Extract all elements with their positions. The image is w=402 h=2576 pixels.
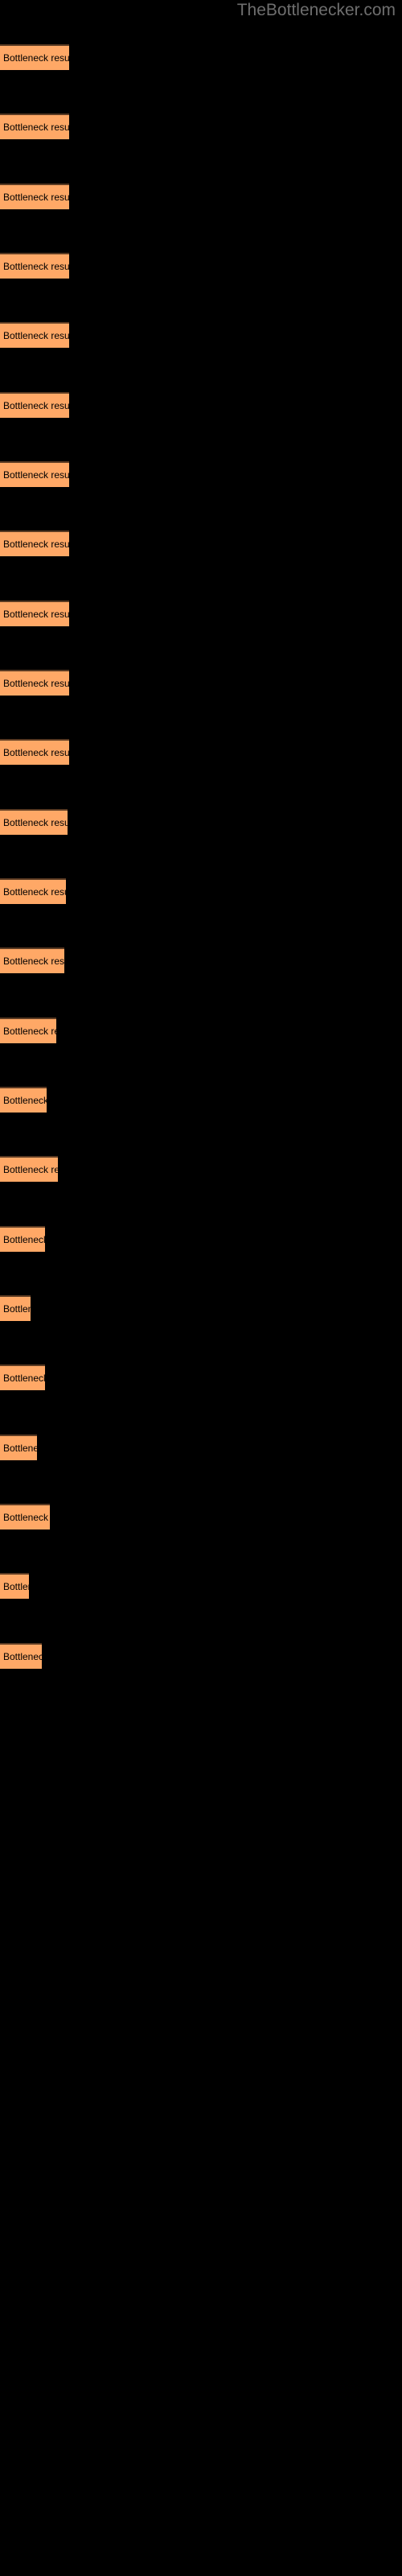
bar-label: Bottleneck result xyxy=(3,1581,29,1592)
bar[interactable]: Bottleneck result xyxy=(0,670,69,696)
bar-chart: TheBottlenecker.com Bottleneck result Bot… xyxy=(0,0,402,2576)
bar[interactable]: Bottleneck result xyxy=(0,530,69,556)
bar-label: Bottleneck result xyxy=(3,956,64,967)
site-watermark: TheBottlenecker.com xyxy=(236,1,396,19)
bar[interactable]: Bottleneck result xyxy=(0,1504,50,1530)
bar-label: Bottleneck result xyxy=(3,330,69,341)
bar[interactable]: Bottleneck result xyxy=(0,878,66,904)
bar[interactable]: Bottleneck result xyxy=(0,44,69,70)
bar-label: Bottleneck result xyxy=(3,400,69,411)
bar[interactable]: Bottleneck result xyxy=(0,114,69,139)
bar[interactable]: Bottleneck result xyxy=(0,1226,45,1252)
bar[interactable]: Bottleneck result xyxy=(0,322,69,348)
bar[interactable]: Bottleneck result xyxy=(0,601,69,626)
bar-label: Bottleneck result xyxy=(3,1095,47,1106)
bar-label: Bottleneck result xyxy=(3,1373,45,1384)
bar-label: Bottleneck result xyxy=(3,1512,50,1523)
bar[interactable]: Bottleneck result xyxy=(0,1295,31,1321)
bar-label: Bottleneck result xyxy=(3,1651,42,1662)
bar[interactable]: Bottleneck result xyxy=(0,1435,37,1460)
bar-label: Bottleneck result xyxy=(3,539,69,550)
bar-label: Bottleneck result xyxy=(3,1026,56,1037)
bar[interactable]: Bottleneck result xyxy=(0,184,69,209)
bar[interactable]: Bottleneck result xyxy=(0,1643,42,1669)
bar-label: Bottleneck result xyxy=(3,609,69,620)
bar-label: Bottleneck result xyxy=(3,52,69,64)
bar[interactable]: Bottleneck result xyxy=(0,461,69,487)
bar[interactable]: Bottleneck result xyxy=(0,1156,58,1182)
bar-label: Bottleneck result xyxy=(3,261,69,272)
bar[interactable]: Bottleneck result xyxy=(0,253,69,279)
bar-label: Bottleneck result xyxy=(3,1164,58,1175)
bar-label: Bottleneck result xyxy=(3,678,69,689)
bar-label: Bottleneck result xyxy=(3,747,69,758)
bar[interactable]: Bottleneck result xyxy=(0,1364,45,1390)
bar[interactable]: Bottleneck result xyxy=(0,392,69,418)
bar[interactable]: Bottleneck result xyxy=(0,947,64,973)
bar-label: Bottleneck result xyxy=(3,1443,37,1454)
bar[interactable]: Bottleneck result xyxy=(0,809,68,835)
bar-label: Bottleneck result xyxy=(3,817,68,828)
bar[interactable]: Bottleneck result xyxy=(0,1087,47,1113)
bar-label: Bottleneck result xyxy=(3,1303,31,1315)
bar[interactable]: Bottleneck result xyxy=(0,1018,56,1043)
bar-label: Bottleneck result xyxy=(3,1234,45,1245)
bar-label: Bottleneck result xyxy=(3,192,69,203)
bar-label: Bottleneck result xyxy=(3,886,66,898)
bar-label: Bottleneck result xyxy=(3,469,69,481)
bar[interactable]: Bottleneck result xyxy=(0,739,69,765)
bar-label: Bottleneck result xyxy=(3,122,69,133)
bar[interactable]: Bottleneck result xyxy=(0,1573,29,1599)
